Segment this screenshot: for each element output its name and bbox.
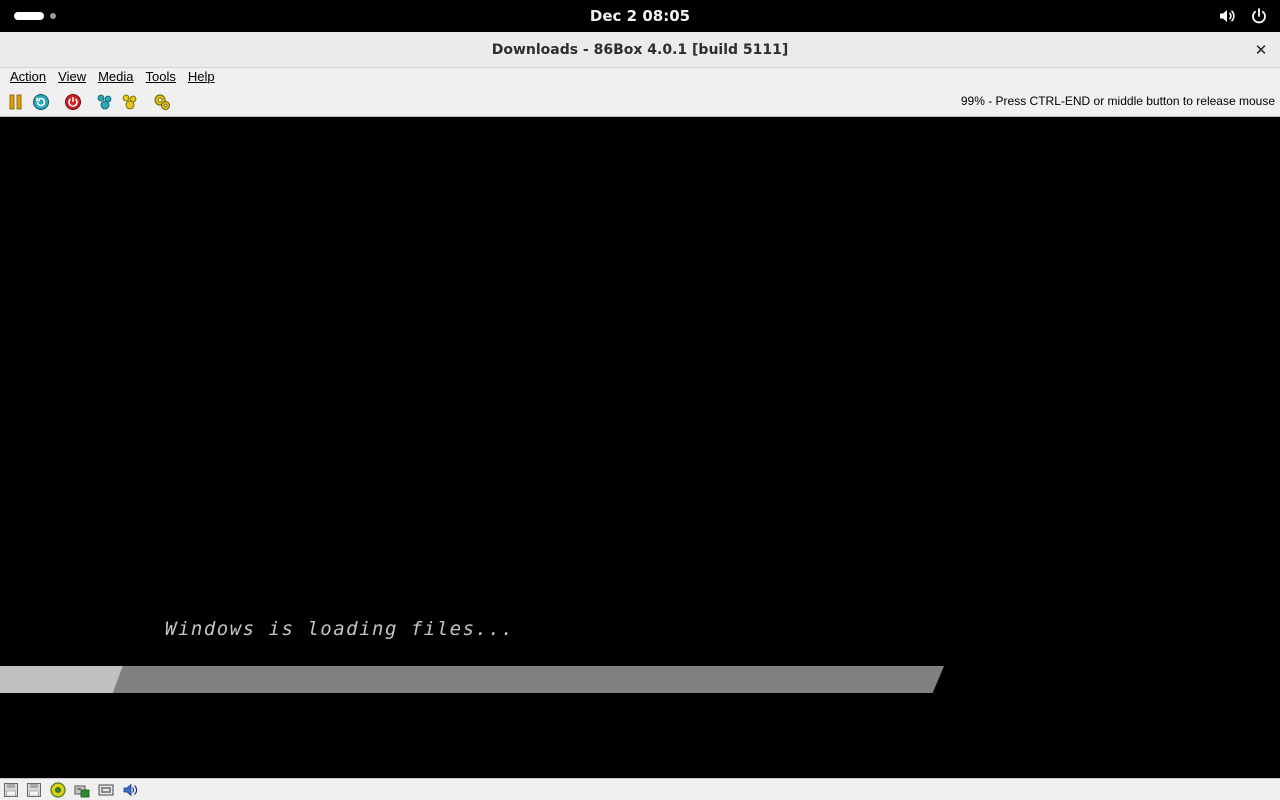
floppy-b-icon[interactable] — [26, 782, 42, 798]
menu-action[interactable]: Action — [4, 69, 52, 87]
reset-icon[interactable] — [32, 93, 50, 111]
system-tray[interactable] — [1218, 6, 1268, 26]
close-button[interactable]: ✕ — [1250, 39, 1272, 61]
sound-icon[interactable] — [122, 782, 138, 798]
pause-icon[interactable] — [7, 93, 25, 111]
menu-media[interactable]: Media — [92, 69, 139, 87]
status-message: 99% - Press CTRL-END or middle button to… — [960, 94, 1275, 108]
window-titlebar[interactable]: Downloads - 86Box 4.0.1 [build 5111] ✕ — [0, 32, 1280, 68]
system-top-bar: Dec 2 08:05 — [0, 0, 1280, 32]
power-icon[interactable] — [1250, 7, 1268, 25]
volume-icon[interactable] — [1218, 7, 1236, 25]
progress-bar — [0, 666, 944, 693]
progress-bar-fill — [0, 666, 123, 693]
window-title: Downloads - 86Box 4.0.1 [build 5111] — [491, 42, 789, 58]
loading-text: Windows is loading files... — [165, 618, 515, 640]
network-icon[interactable] — [98, 782, 114, 798]
ctrl-alt-del-icon[interactable] — [96, 93, 114, 111]
menu-view[interactable]: View — [52, 69, 92, 87]
ctrl-alt-esc-icon[interactable] — [121, 93, 139, 111]
hard-disk-icon[interactable] — [74, 782, 90, 798]
status-bar — [0, 778, 1280, 800]
activities-indicator[interactable] — [14, 11, 56, 21]
clock[interactable]: Dec 2 08:05 — [590, 7, 690, 25]
menu-bar: Action View Media Tools Help — [0, 68, 1280, 87]
power-off-icon[interactable] — [64, 93, 82, 111]
vm-display[interactable]: Windows is loading files... — [0, 118, 1280, 778]
menu-tools[interactable]: Tools — [140, 69, 182, 87]
floppy-a-icon[interactable] — [3, 782, 19, 798]
menu-help[interactable]: Help — [182, 69, 221, 87]
toolbar: 99% - Press CTRL-END or middle button to… — [0, 87, 1280, 117]
cdrom-icon[interactable] — [50, 782, 66, 798]
settings-icon[interactable] — [153, 93, 171, 111]
workspace-dot — [50, 13, 56, 19]
workspace-pill — [14, 12, 44, 20]
